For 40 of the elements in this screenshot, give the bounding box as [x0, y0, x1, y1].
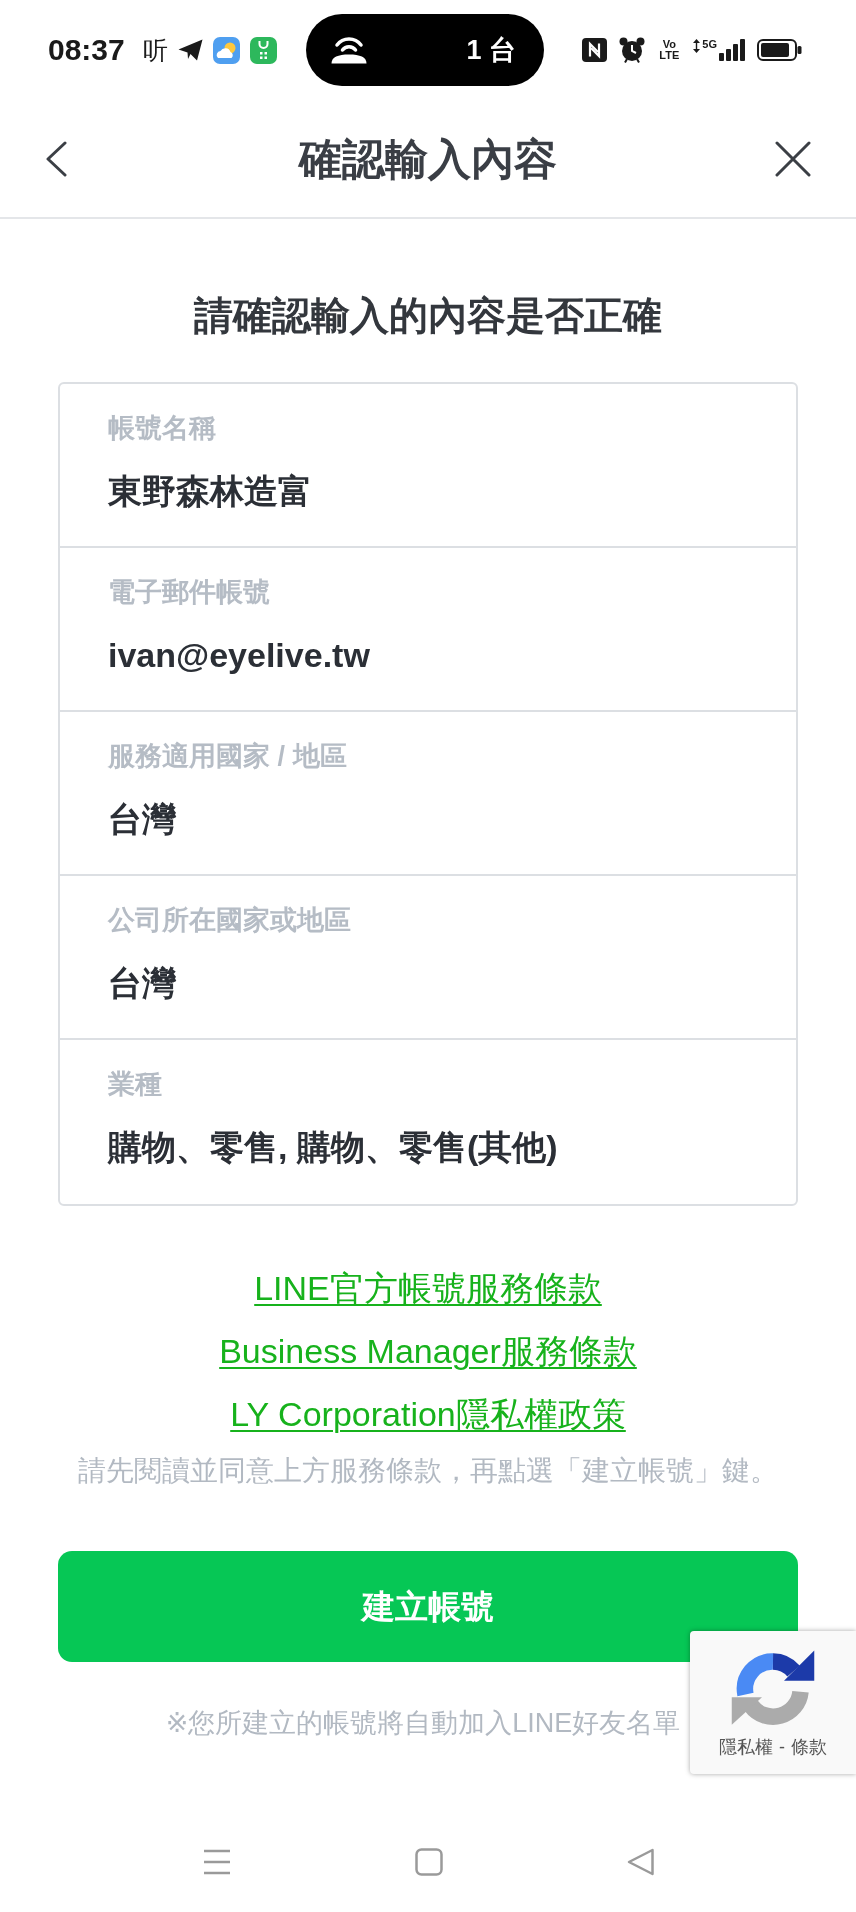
- agreement-note: 請先閱讀並同意上方服務條款，再點選「建立帳號」鍵。: [77, 1454, 779, 1488]
- field-label: 服務適用國家 / 地區: [108, 740, 348, 773]
- field-value: 台灣: [108, 963, 177, 1004]
- field-label: 帳號名稱: [108, 412, 217, 445]
- terms-link[interactable]: LINE官方帳號服務條款: [254, 1266, 602, 1310]
- menu-icon[interactable]: [202, 1848, 231, 1876]
- signal-bars-icon: [719, 39, 745, 61]
- page-title: 確認輸入內容: [299, 133, 557, 185]
- weather-app-icon: [212, 36, 240, 64]
- back-triangle-icon[interactable]: [626, 1848, 654, 1876]
- terms-link[interactable]: Business Manager服務條款: [219, 1329, 637, 1373]
- close-icon[interactable]: [775, 140, 811, 177]
- home-square-icon[interactable]: [414, 1848, 443, 1876]
- confirm-heading: 請確認輸入的內容是否正確: [193, 293, 663, 339]
- app-notification-glyph: 听: [142, 36, 168, 64]
- status-time: 08:37: [48, 33, 125, 67]
- field-label: 公司所在國家或地區: [108, 904, 352, 937]
- field-value: ivan@eyelive.tw: [108, 635, 371, 676]
- terms-link[interactable]: LY Corporation隱私權政策: [230, 1392, 626, 1436]
- field-value: 東野森林造富: [108, 471, 313, 512]
- device-count-text: 1 台: [466, 34, 516, 66]
- privacy-link[interactable]: 隱私權: [719, 1735, 773, 1759]
- create-account-button[interactable]: 建立帳號: [58, 1551, 798, 1662]
- network-type-label: 5G: [702, 39, 717, 50]
- field-label: 業種: [108, 1068, 163, 1101]
- wifi-dome-icon: [331, 36, 367, 64]
- alarm-clock-icon: [619, 37, 646, 63]
- battery-icon: [757, 39, 802, 61]
- volte-label: Vo LTE: [658, 39, 681, 61]
- field-value: 台灣: [108, 799, 177, 840]
- link-separator: -: [779, 1736, 785, 1759]
- paper-plane-icon: [177, 39, 203, 61]
- terms-link[interactable]: 條款: [791, 1735, 827, 1759]
- footnote-text: ※您所建立的帳號將自動加入LINE好友名單: [165, 1707, 681, 1740]
- nfc-icon: [582, 38, 608, 62]
- field-label: 電子郵件帳號: [108, 576, 271, 609]
- back-icon[interactable]: [45, 140, 67, 177]
- field-value: 購物、零售, 購物、零售(其他): [108, 1127, 559, 1168]
- data-arrows-icon: [693, 39, 701, 53]
- shopping-bag-app-icon: [249, 36, 277, 64]
